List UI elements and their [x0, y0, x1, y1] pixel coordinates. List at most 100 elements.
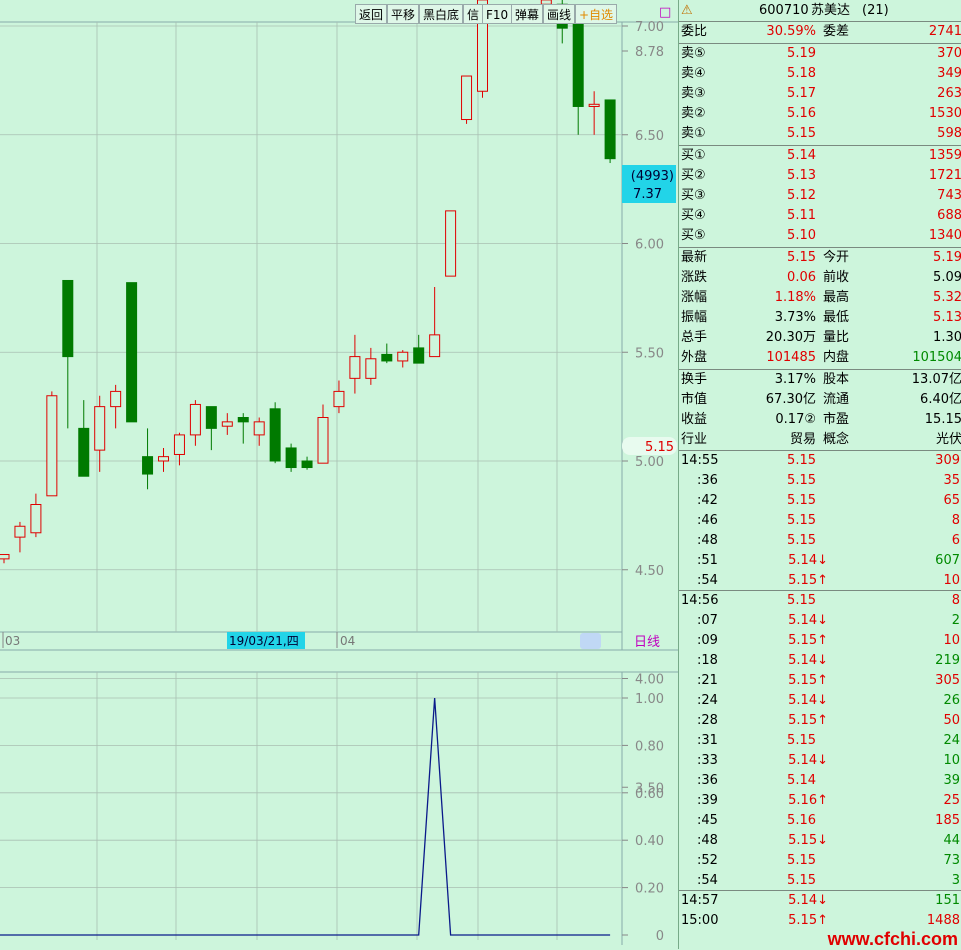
- tick-price: 5.15: [787, 473, 816, 488]
- stat-value: 1.30: [933, 330, 961, 345]
- candle-body: [205, 406, 217, 429]
- tick-time: :24: [697, 693, 718, 708]
- candle-body: [445, 210, 457, 277]
- sell-level-label: 卖①: [681, 126, 706, 141]
- draw-line-button[interactable]: 画线: [543, 4, 576, 24]
- candle-body: [221, 421, 233, 427]
- sell-level-label: 卖②: [681, 106, 706, 121]
- sell-level-row: 卖② 5.16 1530: [679, 104, 961, 124]
- sell-level-volume: 263: [937, 86, 961, 101]
- stat-row: 外盘 101485 内盘 101504: [679, 348, 961, 368]
- price-tick-label: 4.00: [635, 673, 664, 688]
- candle-body: [62, 279, 74, 358]
- sell-level-label: 卖④: [681, 66, 706, 81]
- candle-body: [173, 434, 185, 455]
- tick-volume: 10: [943, 753, 960, 768]
- tick-row: 14:55 5.15 309: [679, 451, 961, 471]
- kline-chart[interactable]: 8.78 8.788.508.007.507.006.506.005.505.0…: [0, 0, 678, 949]
- fundamental-label: 收益: [681, 412, 708, 427]
- candle-body: [14, 525, 26, 538]
- tick-volume: 8: [951, 513, 960, 528]
- tick-time: :48: [697, 833, 718, 848]
- tick-volume: 73: [943, 853, 960, 868]
- stat-label: 今开: [823, 250, 850, 265]
- add-watchlist-button[interactable]: +自选: [575, 4, 618, 24]
- candle-body: [588, 103, 600, 107]
- tick-row: :36 5.14 39: [679, 771, 961, 791]
- tick-row: :46 5.15 8: [679, 511, 961, 531]
- candle-body: [78, 427, 90, 477]
- tick-price: 5.15: [787, 733, 816, 748]
- fundamental-value: 0.17②: [775, 412, 816, 427]
- candle-body: [285, 447, 297, 469]
- fundamental-row: 市值 67.30亿 流通 6.40亿: [679, 390, 961, 410]
- stat-value: 5.32: [933, 290, 961, 305]
- tick-volume: 607: [935, 553, 960, 568]
- fundamental-value: 贸易: [789, 432, 816, 447]
- buy-level-label: 买③: [681, 188, 706, 203]
- tick-row: :24 5.14↓ 26: [679, 691, 961, 711]
- candle-body: [158, 456, 169, 462]
- danmu-button[interactable]: 弹幕: [511, 4, 544, 24]
- sell-level-row: 卖③ 5.17 263: [679, 84, 961, 104]
- tick-row: 14:56 5.15 8: [679, 591, 961, 611]
- stat-value: 1.18%: [774, 290, 816, 305]
- pan-button[interactable]: 平移: [387, 4, 420, 24]
- window-box-icon[interactable]: □: [659, 5, 671, 20]
- candle-body: [269, 408, 281, 462]
- fundamental-value: 6.40亿: [920, 392, 961, 407]
- webi-label: 委比: [681, 24, 708, 39]
- stat-value: 20.30万: [765, 330, 816, 345]
- sell-level-price: 5.17: [787, 86, 816, 101]
- fundamental-label: 换手: [681, 372, 708, 387]
- tick-volume: 219: [935, 653, 960, 668]
- tick-volume: 3: [951, 873, 960, 888]
- indicator-tick-label: 0.40: [635, 834, 664, 849]
- tick-price: 5.15↓: [788, 833, 828, 848]
- tick-time: 14:57: [681, 893, 719, 908]
- sell-level-row: 卖⑤ 5.19 370: [679, 44, 961, 64]
- black-white-button[interactable]: 黑白底: [419, 4, 464, 24]
- tick-volume: 10: [943, 573, 960, 588]
- last-price-label: 5.15: [645, 440, 674, 455]
- tick-row: :28 5.15↑ 50: [679, 711, 961, 731]
- fundamental-label: 市值: [681, 392, 708, 407]
- tick-row: :31 5.15 24: [679, 731, 961, 751]
- weicha-value: 2741: [928, 24, 961, 39]
- stat-row: 最新 5.15 今开 5.19: [679, 248, 961, 268]
- f10-button[interactable]: F10: [482, 4, 513, 24]
- tick-volume: 2: [951, 613, 960, 628]
- quote-panel: ⚠ 600710 苏美达 (21) 委比 30.59% 委差 2741 卖⑤ 5.…: [678, 0, 961, 949]
- buy-level-volume: 1359: [928, 148, 961, 163]
- tick-row: :42 5.15 65: [679, 491, 961, 511]
- tick-row: :39 5.16↑ 25: [679, 791, 961, 811]
- sell-level-volume: 598: [937, 126, 961, 141]
- fundamental-label: 行业: [681, 432, 708, 447]
- warning-icon[interactable]: ⚠: [681, 1, 693, 21]
- price-tick-label: 8.78: [635, 45, 664, 60]
- candle-body: [126, 282, 138, 423]
- chart-background: [0, 0, 678, 949]
- stat-row: 涨跌 0.06 前收 5.09: [679, 268, 961, 288]
- buy-level-row: 买④ 5.11 688: [679, 206, 961, 226]
- sell-level-price: 5.15: [787, 126, 816, 141]
- buy-level-row: 买③ 5.12 743: [679, 186, 961, 206]
- buy-level-price: 5.11: [787, 208, 816, 223]
- tick-volume: 6: [951, 533, 960, 548]
- fundamental-row: 收益 0.17② 市盈 15.15: [679, 410, 961, 430]
- tick-price: 5.15↑: [788, 633, 828, 648]
- tick-row: :45 5.16 185: [679, 811, 961, 831]
- tick-time: :18: [697, 653, 718, 668]
- back-button[interactable]: 返回: [355, 4, 388, 24]
- info-button[interactable]: 信: [463, 4, 484, 24]
- stat-row: 总手 20.30万 量比 1.30: [679, 328, 961, 348]
- stat-value: 3.73%: [774, 310, 816, 325]
- price-tick-label: 4.50: [635, 564, 664, 579]
- tick-time: :51: [697, 553, 718, 568]
- fundamental-label: 流通: [823, 392, 850, 407]
- tick-price: 5.14↓: [788, 613, 828, 628]
- tick-volume: 305: [935, 673, 960, 688]
- stat-label: 涨跌: [681, 270, 708, 285]
- tick-time: :28: [697, 713, 718, 728]
- stat-label: 外盘: [681, 350, 708, 365]
